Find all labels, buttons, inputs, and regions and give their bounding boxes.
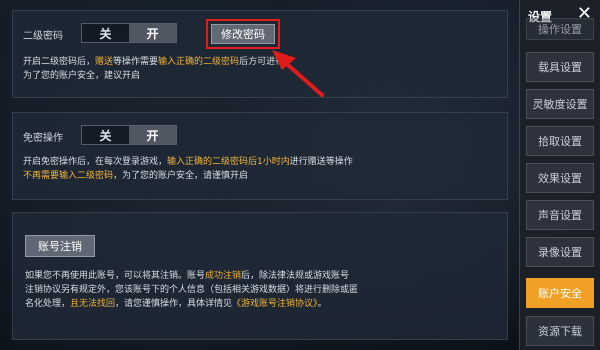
sidebar-item-sensitivity[interactable]: 灵敏度设置 — [526, 89, 594, 119]
settings-sidebar: 设置 ✕ 操作设置 载具设置 灵敏度设置 拾取设置 效果设置 声音设置 录像设置… — [519, 0, 600, 350]
sidebar-item-recording[interactable]: 录像设置 — [526, 237, 594, 267]
sidebar-item-effects[interactable]: 效果设置 — [526, 163, 594, 193]
red-arrow-annotation — [272, 50, 324, 97]
sidebar-item-vehicle[interactable]: 载具设置 — [526, 52, 594, 82]
sidebar-item-account-security[interactable]: 账户安全 — [526, 278, 594, 308]
sidebar-item-resource-download[interactable]: 资源下载 — [526, 316, 594, 346]
sidebar-item-pickup[interactable]: 拾取设置 — [526, 126, 594, 156]
sidebar-item-sound[interactable]: 声音设置 — [526, 200, 594, 230]
sidebar-item-operation[interactable]: 操作设置 — [526, 18, 594, 40]
